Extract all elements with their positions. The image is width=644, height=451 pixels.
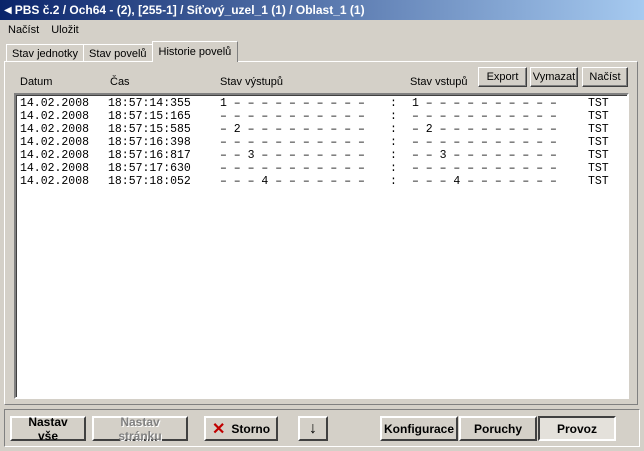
list-item[interactable]: 14.02.2008 18:57:16:398– – – – – – – – – … <box>20 136 625 149</box>
tab-strip: Stav jednotky Stav povelů Historie povel… <box>6 41 239 62</box>
operation-label: Provoz <box>556 421 597 436</box>
column-header-outputs: Stav výstupů <box>220 76 283 88</box>
configuration-button[interactable]: Konfigurace <box>380 416 458 441</box>
tab-command-history[interactable]: Historie povelů <box>151 41 239 62</box>
down-arrow-icon: ↓ <box>309 419 317 437</box>
tab-unit-state[interactable]: Stav jednotky <box>6 44 85 62</box>
set-page-button: Nastav stránku <box>92 414 188 443</box>
operation-button[interactable]: Provoz <box>538 416 616 441</box>
x-icon: ✕ <box>211 420 226 438</box>
menu-item-save[interactable]: Uložit <box>51 24 79 36</box>
list-item[interactable]: 14.02.2008 18:57:15:585– 2 – – – – – – – … <box>20 123 625 136</box>
set-page-label: Nastav stránku <box>118 414 162 443</box>
column-header-date: Datum <box>20 76 53 88</box>
title-bar[interactable]: ◀ PBS č.2 / Och64 - (2), [255-1] / Síťov… <box>0 0 644 20</box>
set-all-label: Nastav vše <box>28 414 68 443</box>
load-button[interactable]: Načíst <box>582 67 628 87</box>
clear-button[interactable]: Vymazat <box>530 67 578 87</box>
cancel-button[interactable]: ✕ Storno <box>204 416 278 441</box>
column-header-inputs: Stav vstupů <box>410 76 468 88</box>
menu-item-load[interactable]: Načíst <box>8 24 39 36</box>
cancel-label: Storno <box>231 421 271 436</box>
list-item[interactable]: 14.02.2008 18:57:15:165– – – – – – – – – … <box>20 110 625 123</box>
triangle-left-icon: ◀ <box>4 4 12 16</box>
configuration-label: Konfigurace <box>384 421 455 436</box>
tab-command-state[interactable]: Stav povelů <box>83 44 153 62</box>
export-button[interactable]: Export <box>478 67 527 87</box>
down-button[interactable]: ↓ <box>298 416 328 441</box>
set-all-button[interactable]: Nastav vše <box>10 414 86 443</box>
window-title: PBS č.2 / Och64 - (2), [255-1] / Síťový_… <box>14 3 365 17</box>
list-item[interactable]: 14.02.2008 18:57:18:052– – – 4 – – – – – … <box>20 175 625 188</box>
history-list[interactable]: 14.02.2008 18:57:14:355 1 – – – – – – – – … <box>14 93 629 399</box>
list-item[interactable]: 14.02.2008 18:57:17:630– – – – – – – – – … <box>20 162 625 175</box>
faults-label: Poruchy <box>473 421 522 436</box>
menu-bar: Načíst Uložit <box>0 22 79 38</box>
list-item[interactable]: 14.02.2008 18:57:14:355 1 – – – – – – – – … <box>20 97 625 110</box>
faults-button[interactable]: Poruchy <box>459 416 537 441</box>
list-item[interactable]: 14.02.2008 18:57:16:817– – 3 – – – – – – … <box>20 149 625 162</box>
column-header-time: Čas <box>110 76 130 88</box>
